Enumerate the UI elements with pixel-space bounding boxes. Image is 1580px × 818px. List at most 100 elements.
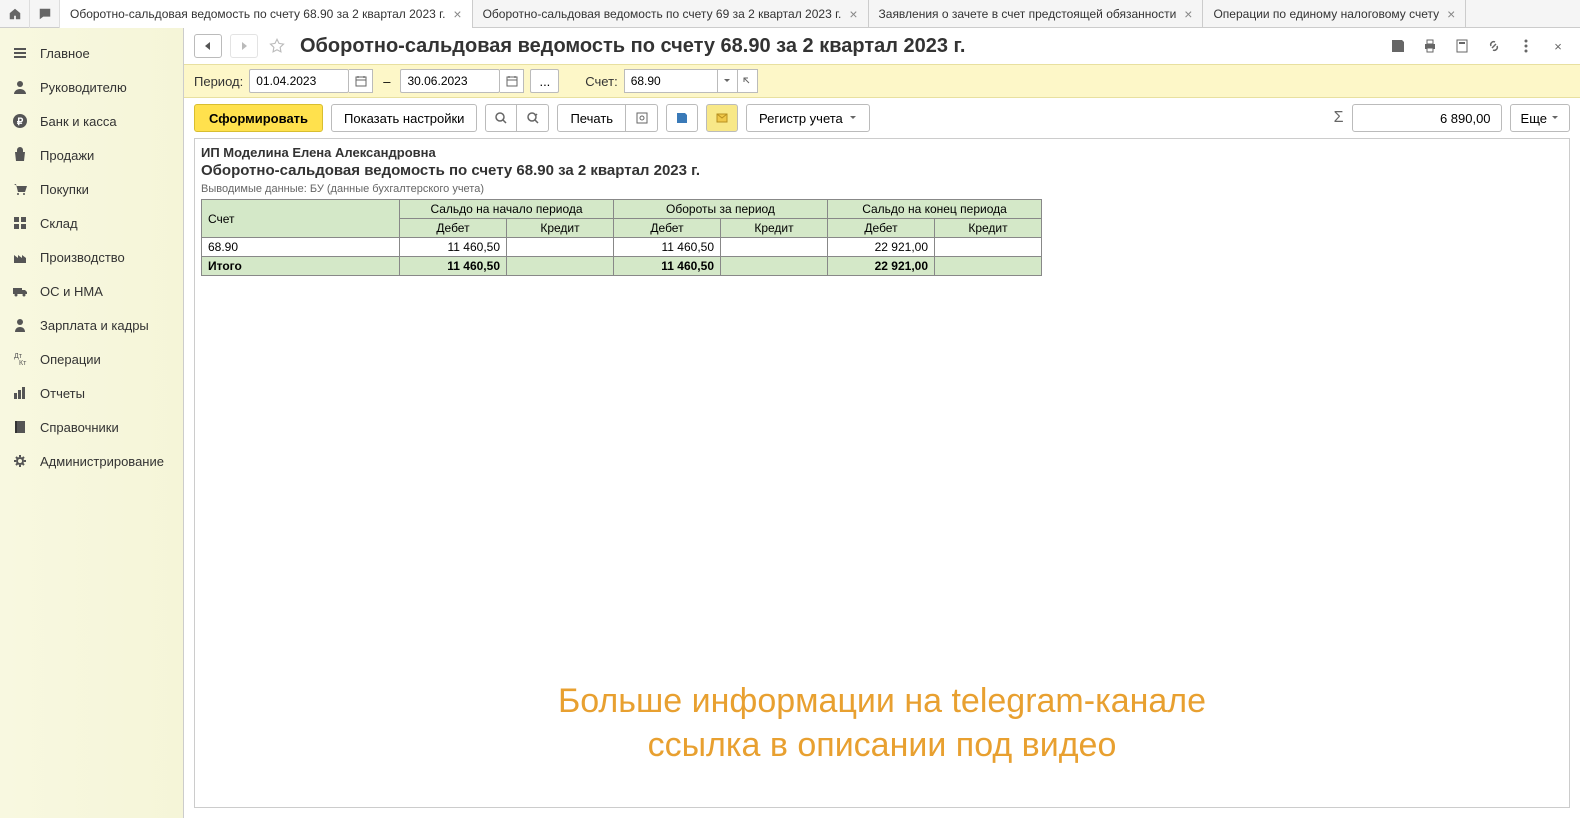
- home-icon[interactable]: [0, 0, 30, 28]
- toolbar: Сформировать Показать настройки Печать Р…: [184, 98, 1580, 138]
- user-icon: [12, 317, 28, 333]
- print-icon[interactable]: [1418, 34, 1442, 58]
- email-icon[interactable]: [706, 104, 738, 132]
- close-icon[interactable]: ×: [1184, 6, 1192, 22]
- form-button[interactable]: Сформировать: [194, 104, 323, 132]
- sidebar-item-label: Руководителю: [40, 80, 127, 95]
- sidebar-item-manager[interactable]: Руководителю: [0, 70, 183, 104]
- account-label: Счет:: [585, 74, 617, 89]
- sidebar-item-salary[interactable]: Зарплата и кадры: [0, 308, 183, 342]
- sidebar-item-label: Зарплата и кадры: [40, 318, 149, 333]
- save-icon[interactable]: [1386, 34, 1410, 58]
- open-icon[interactable]: [738, 69, 758, 93]
- calendar-icon[interactable]: [500, 69, 524, 93]
- close-icon[interactable]: ×: [849, 6, 857, 22]
- cell-total-label: Итого: [202, 257, 400, 276]
- sidebar-item-production[interactable]: Производство: [0, 240, 183, 274]
- gear-icon: [12, 453, 28, 469]
- forward-button[interactable]: [230, 34, 258, 58]
- cell-total-end-debit: 22 921,00: [828, 257, 935, 276]
- svg-text:₽: ₽: [17, 117, 24, 128]
- sidebar-item-main[interactable]: Главное: [0, 36, 183, 70]
- sidebar-item-assets[interactable]: ОС и НМА: [0, 274, 183, 308]
- sidebar-item-label: Покупки: [40, 182, 89, 197]
- cell-total-end-credit: [935, 257, 1042, 276]
- bag-icon: [12, 147, 28, 163]
- sidebar-item-warehouse[interactable]: Склад: [0, 206, 183, 240]
- filter-bar: Период: – ... Счет:: [184, 64, 1580, 98]
- sidebar-item-label: Производство: [40, 250, 125, 265]
- th-credit: Кредит: [935, 219, 1042, 238]
- back-button[interactable]: [194, 34, 222, 58]
- account-input[interactable]: [624, 69, 718, 93]
- sidebar-item-operations[interactable]: ДтКт Операции: [0, 342, 183, 376]
- period-label: Период:: [194, 74, 243, 89]
- calendar-icon[interactable]: [349, 69, 373, 93]
- sidebar-item-label: Отчеты: [40, 386, 85, 401]
- book-icon: [12, 419, 28, 435]
- chat-icon[interactable]: [30, 0, 60, 28]
- search-icon[interactable]: [485, 104, 517, 132]
- print-button[interactable]: Печать: [557, 104, 626, 132]
- period-ellipsis-button[interactable]: ...: [530, 69, 559, 93]
- th-end-balance: Сальдо на конец периода: [828, 200, 1042, 219]
- tab[interactable]: Оборотно-сальдовая ведомость по счету 69…: [473, 0, 869, 28]
- sidebar-item-bank[interactable]: ₽ Банк и касса: [0, 104, 183, 138]
- sidebar-item-admin[interactable]: Администрирование: [0, 444, 183, 478]
- svg-text:Дт: Дт: [14, 353, 23, 360]
- favorite-button[interactable]: [266, 35, 288, 57]
- close-icon[interactable]: ×: [1447, 6, 1455, 22]
- th-turnover: Обороты за период: [614, 200, 828, 219]
- table-row[interactable]: 68.90 11 460,50 11 460,50 22 921,00: [202, 238, 1042, 257]
- sidebar-item-sales[interactable]: Продажи: [0, 138, 183, 172]
- chevron-down-icon: [849, 114, 857, 122]
- person-icon: [12, 79, 28, 95]
- sidebar-item-reports[interactable]: Отчеты: [0, 376, 183, 410]
- chevron-down-icon[interactable]: [718, 69, 738, 93]
- more-button[interactable]: Еще: [1510, 104, 1570, 132]
- cell-start-credit: [507, 238, 614, 257]
- cell-end-debit: 22 921,00: [828, 238, 935, 257]
- more-vertical-icon[interactable]: [1514, 34, 1538, 58]
- sidebar-item-purchases[interactable]: Покупки: [0, 172, 183, 206]
- tab-active[interactable]: Оборотно-сальдовая ведомость по счету 68…: [60, 0, 473, 28]
- report-org: ИП Моделина Елена Александровна: [201, 145, 1563, 160]
- th-account: Счет: [202, 200, 400, 238]
- close-icon[interactable]: ×: [453, 6, 461, 22]
- sidebar-item-directories[interactable]: Справочники: [0, 410, 183, 444]
- th-start-balance: Сальдо на начало периода: [400, 200, 614, 219]
- grid-icon: [12, 215, 28, 231]
- date-to-input[interactable]: [400, 69, 500, 93]
- close-icon[interactable]: ×: [1546, 34, 1570, 58]
- tab-label: Оборотно-сальдовая ведомость по счету 69…: [483, 7, 842, 21]
- cell-end-credit: [935, 238, 1042, 257]
- sigma-icon: Σ: [1334, 109, 1344, 127]
- chevron-down-icon: [1551, 114, 1559, 122]
- print-preview-icon[interactable]: [626, 104, 658, 132]
- cell-account: 68.90: [202, 238, 400, 257]
- tab-label: Заявления о зачете в счет предстоящей об…: [879, 7, 1177, 21]
- dash: –: [379, 74, 394, 89]
- settings-button[interactable]: Показать настройки: [331, 104, 477, 132]
- date-from-input[interactable]: [249, 69, 349, 93]
- tab[interactable]: Заявления о зачете в счет предстоящей об…: [869, 0, 1204, 28]
- search-clear-icon[interactable]: [517, 104, 549, 132]
- cell-turn-debit: 11 460,50: [614, 238, 721, 257]
- menu-icon: [12, 45, 28, 61]
- th-credit: Кредит: [721, 219, 828, 238]
- th-debit: Дебет: [828, 219, 935, 238]
- save-disk-icon[interactable]: [666, 104, 698, 132]
- tab[interactable]: Операции по единому налоговому счету ×: [1203, 0, 1466, 28]
- register-button[interactable]: Регистр учета: [746, 104, 870, 132]
- tab-label: Операции по единому налоговому счету: [1213, 7, 1439, 21]
- report-note: Выводимые данные: БУ (данные бухгалтерск…: [201, 183, 1563, 195]
- th-credit: Кредит: [507, 219, 614, 238]
- main-content: Оборотно-сальдовая ведомость по счету 68…: [184, 28, 1580, 818]
- th-debit: Дебет: [614, 219, 721, 238]
- sum-display: 6 890,00: [1352, 104, 1502, 132]
- calc-icon[interactable]: [1450, 34, 1474, 58]
- watermark: Больше информации на telegram-канале ссы…: [195, 679, 1569, 767]
- page-title: Оборотно-сальдовая ведомость по счету 68…: [300, 35, 1378, 58]
- link-icon[interactable]: [1482, 34, 1506, 58]
- sidebar-item-label: Операции: [40, 352, 101, 367]
